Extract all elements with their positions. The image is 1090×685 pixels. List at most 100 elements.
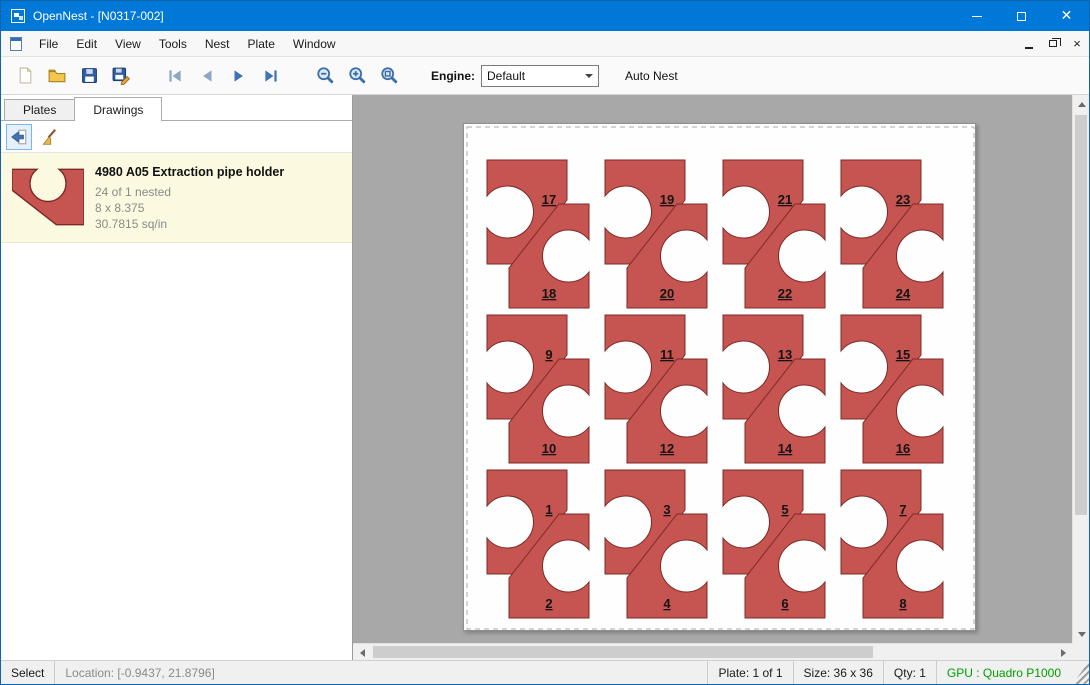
zoom-fit-button[interactable] (373, 61, 405, 91)
nest-pair[interactable]: 1920 (605, 160, 707, 308)
zoom-out-button[interactable] (309, 61, 341, 91)
nest-pair[interactable]: 1516 (841, 315, 943, 463)
vertical-scrollbar[interactable] (1072, 95, 1089, 643)
drawing-list-item[interactable]: 4980 A05 Extraction pipe holder 24 of 1 … (1, 153, 352, 243)
plate[interactable]: 171819202122232491011121314151612345678 (463, 123, 976, 631)
save-button[interactable] (73, 61, 105, 91)
part-number-label: 20 (660, 286, 674, 301)
nav-first-button[interactable] (159, 61, 191, 91)
zoom-in-icon (348, 66, 367, 85)
return-to-drawings-button[interactable] (6, 124, 32, 150)
nest-pair[interactable]: 9 10 (487, 315, 589, 463)
part-number-label: 18 (542, 286, 556, 301)
scroll-up-icon (1078, 98, 1086, 107)
drawing-area: 30.7815 sq/in (95, 216, 284, 232)
new-file-icon (17, 67, 34, 84)
part-number-label: 10 (542, 441, 556, 456)
nav-last-button[interactable] (255, 61, 287, 91)
part-number-label: 17 (542, 192, 556, 207)
menu-item-plate[interactable]: Plate (239, 33, 284, 55)
toolbar: Engine: Default Auto Nest (1, 57, 1089, 95)
scroll-up-button[interactable] (1073, 95, 1090, 112)
menu-item-tools[interactable]: Tools (150, 33, 196, 55)
nav-first-icon (166, 67, 184, 85)
part-number-label: 2 (545, 596, 552, 611)
mdi-restore-button[interactable] (1041, 33, 1065, 55)
vertical-scroll-thumb[interactable] (1075, 115, 1087, 515)
engine-select[interactable]: Default (481, 65, 599, 87)
nav-prev-button[interactable] (191, 61, 223, 91)
tab-plates[interactable]: Plates (4, 99, 75, 120)
horizontal-scroll-thumb[interactable] (373, 646, 873, 658)
titlebar: OpenNest - [N0317-002] ✕ (1, 1, 1089, 31)
part-number-label: 4 (663, 596, 671, 611)
scroll-down-button[interactable] (1073, 626, 1090, 643)
mdi-close-button[interactable]: × (1065, 33, 1089, 55)
nest-pair[interactable]: 12 (487, 470, 589, 618)
mdi-minimize-button[interactable] (1017, 33, 1041, 55)
close-button[interactable]: ✕ (1044, 1, 1089, 31)
clean-button[interactable] (36, 124, 62, 150)
part-number-label: 19 (660, 192, 674, 207)
zoom-in-button[interactable] (341, 61, 373, 91)
new-button[interactable] (9, 61, 41, 91)
tab-drawings[interactable]: Drawings (74, 97, 162, 121)
tabstrip: Plates Drawings (1, 95, 352, 121)
canvas-wrap: 171819202122232491011121314151612345678 (353, 95, 1089, 660)
zoom-fit-icon (380, 66, 399, 85)
nest-pair[interactable]: 1112 (605, 315, 707, 463)
nest-pair[interactable]: 2324 (841, 160, 943, 308)
menubar: File Edit View Tools Nest Plate Window × (1, 31, 1089, 57)
part-number-label: 15 (896, 347, 910, 362)
part-number-label: 3 (663, 502, 670, 517)
nav-last-icon (262, 67, 280, 85)
auto-nest-button[interactable]: Auto Nest (617, 65, 686, 87)
horizontal-scrollbar[interactable] (353, 643, 1072, 660)
menu-item-nest[interactable]: Nest (196, 33, 239, 55)
part-number-label: 8 (899, 596, 906, 611)
nest-canvas[interactable]: 171819202122232491011121314151612345678 (353, 95, 1072, 643)
sidebar: Plates Drawings 4980 A05 Extracti (1, 95, 353, 660)
part-number-label: 1 (545, 502, 552, 517)
window-title: OpenNest - [N0317-002] (33, 9, 164, 23)
nest-pair[interactable]: 56 (723, 470, 825, 618)
maximize-button[interactable] (999, 1, 1044, 31)
nest-pair[interactable]: 1718 (487, 160, 589, 308)
nest-svg: 171819202122232491011121314151612345678 (464, 124, 977, 632)
nav-next-button[interactable] (223, 61, 255, 91)
minimize-icon (972, 16, 982, 17)
part-number-label: 9 (545, 347, 552, 362)
menu-item-window[interactable]: Window (284, 33, 345, 55)
mdi-minimize-icon (1025, 47, 1033, 49)
sidebar-toolbar (1, 121, 352, 153)
app-icon (10, 8, 26, 24)
minimize-button[interactable] (954, 1, 999, 31)
part-number-label: 7 (899, 502, 906, 517)
status-qty: Qty: 1 (883, 661, 936, 684)
menu-item-edit[interactable]: Edit (67, 33, 106, 55)
back-arrow-icon (10, 128, 28, 146)
status-location: Location: [-0.9437, 21.8796] (55, 661, 224, 684)
part-number-label: 22 (778, 286, 792, 301)
nest-pair[interactable]: 1314 (723, 315, 825, 463)
scroll-left-icon (356, 649, 365, 657)
resize-grip[interactable] (1073, 661, 1089, 684)
nest-pair[interactable]: 34 (605, 470, 707, 618)
engine-label: Engine: (431, 69, 475, 83)
menu-item-file[interactable]: File (30, 33, 67, 55)
save-as-icon (112, 67, 130, 85)
broom-icon (40, 128, 58, 146)
status-spacer (225, 661, 708, 684)
drawing-title: 4980 A05 Extraction pipe holder (95, 165, 284, 179)
nest-pair[interactable]: 2122 (723, 160, 825, 308)
menu-item-view[interactable]: View (106, 33, 150, 55)
open-button[interactable] (41, 61, 73, 91)
drawing-info: 4980 A05 Extraction pipe holder 24 of 1 … (95, 161, 284, 232)
part-number-label: 16 (896, 441, 910, 456)
save-icon (81, 67, 98, 84)
save-as-button[interactable] (105, 61, 137, 91)
scroll-right-icon (1061, 649, 1070, 657)
scroll-left-button[interactable] (353, 644, 370, 661)
scroll-right-button[interactable] (1055, 644, 1072, 661)
nest-pair[interactable]: 78 (841, 470, 943, 618)
